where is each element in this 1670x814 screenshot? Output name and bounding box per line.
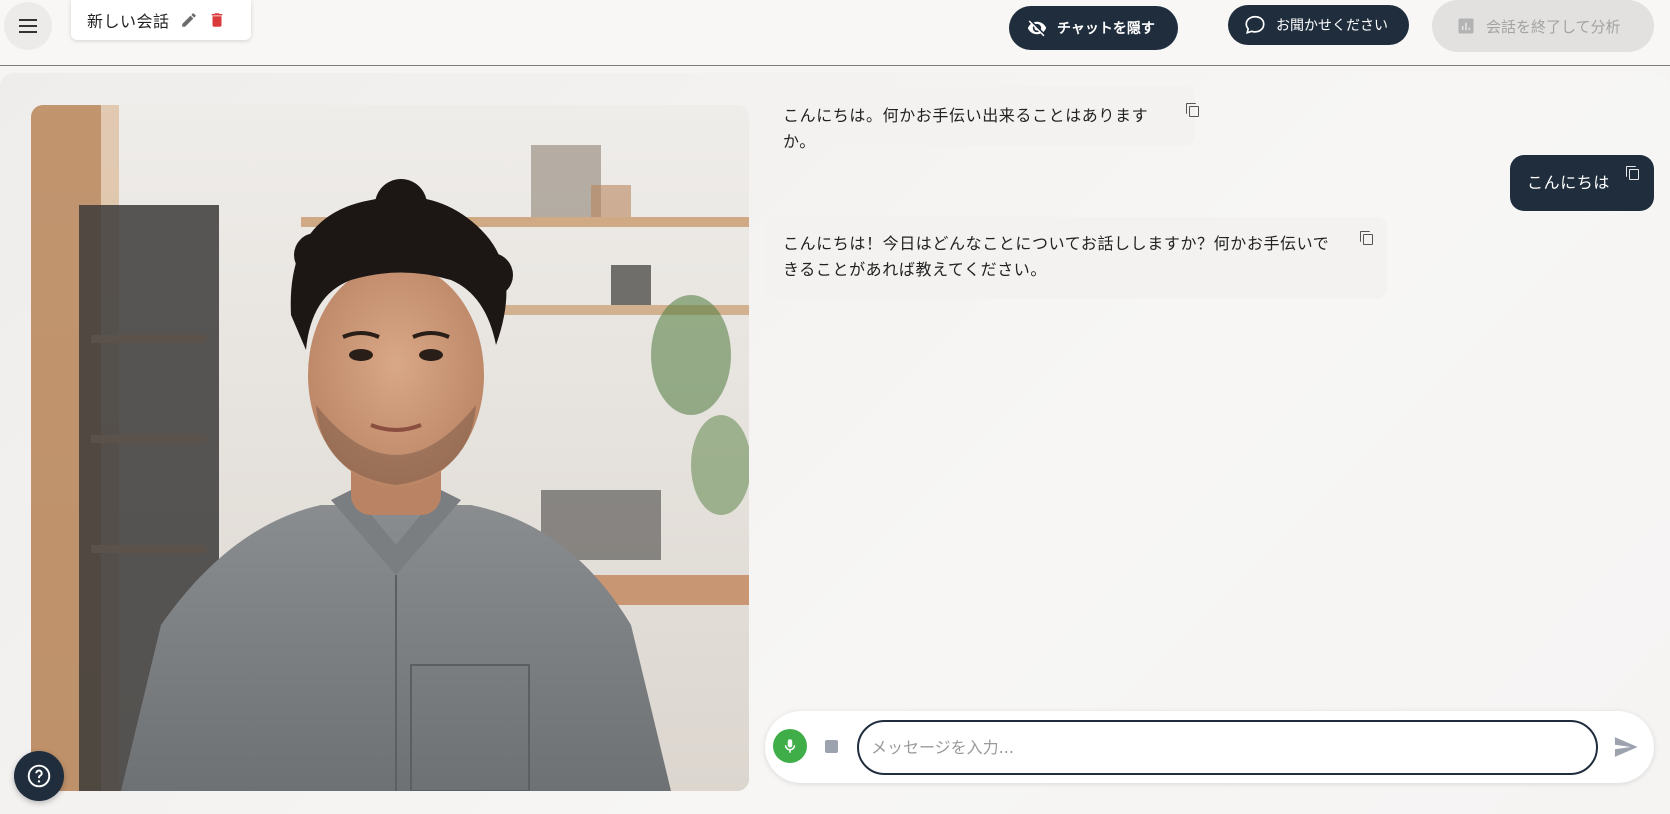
copy-icon[interactable]	[1626, 166, 1640, 180]
help-icon	[26, 763, 52, 789]
menu-button[interactable]	[4, 2, 52, 50]
end-and-analyze-label: 会話を終了して分析	[1486, 17, 1621, 36]
delete-icon[interactable]	[208, 11, 226, 29]
microphone-icon	[781, 737, 799, 755]
session-title: 新しい会話	[87, 12, 170, 31]
menu-icon	[19, 19, 37, 33]
message-composer	[765, 711, 1654, 783]
assistant-message: こんにちは。何かお手伝い出来ることはありますか。	[765, 86, 1199, 151]
message-text: こんにちは。何かお手伝い出来ることはありますか。	[783, 106, 1149, 151]
send-icon[interactable]	[1612, 733, 1640, 761]
feedback-label: お聞かせください	[1276, 18, 1388, 34]
assistant-message: こんにちは！今日はどんなことについてお話ししますか？何かお手伝いできることがあれ…	[765, 217, 1387, 299]
session-card: 新しい会話	[71, 0, 251, 40]
message-text: こんにちは	[1527, 173, 1611, 192]
avatar-image	[31, 105, 749, 791]
microphone-button[interactable]	[773, 729, 807, 763]
chat-bubble-icon	[1244, 14, 1266, 36]
feedback-button[interactable]: お聞かせください	[1228, 5, 1409, 45]
edit-icon[interactable]	[180, 11, 198, 29]
bar-chart-icon	[1456, 16, 1476, 36]
eye-off-icon	[1027, 18, 1047, 38]
message-text: こんにちは！今日はどんなことについてお話ししますか？何かお手伝いできることがあれ…	[783, 234, 1330, 279]
end-and-analyze-button[interactable]: 会話を終了して分析	[1432, 0, 1654, 52]
help-button[interactable]	[14, 751, 64, 801]
chat-area: こんにちは。何かお手伝い出来ることはありますか。 こんにちは こんにちは！今日は…	[765, 73, 1654, 713]
hide-chat-button[interactable]: チャットを隠す	[1009, 6, 1178, 50]
stop-button[interactable]	[825, 740, 838, 753]
copy-icon[interactable]	[1360, 231, 1374, 245]
message-input[interactable]	[857, 720, 1598, 775]
top-bar: 新しい会話 チャットを隠す お聞かせください 会話を終了して分析	[0, 0, 1670, 66]
user-message: こんにちは	[1510, 155, 1654, 211]
copy-icon[interactable]	[1186, 103, 1200, 117]
hide-chat-label: チャットを隠す	[1057, 21, 1155, 37]
